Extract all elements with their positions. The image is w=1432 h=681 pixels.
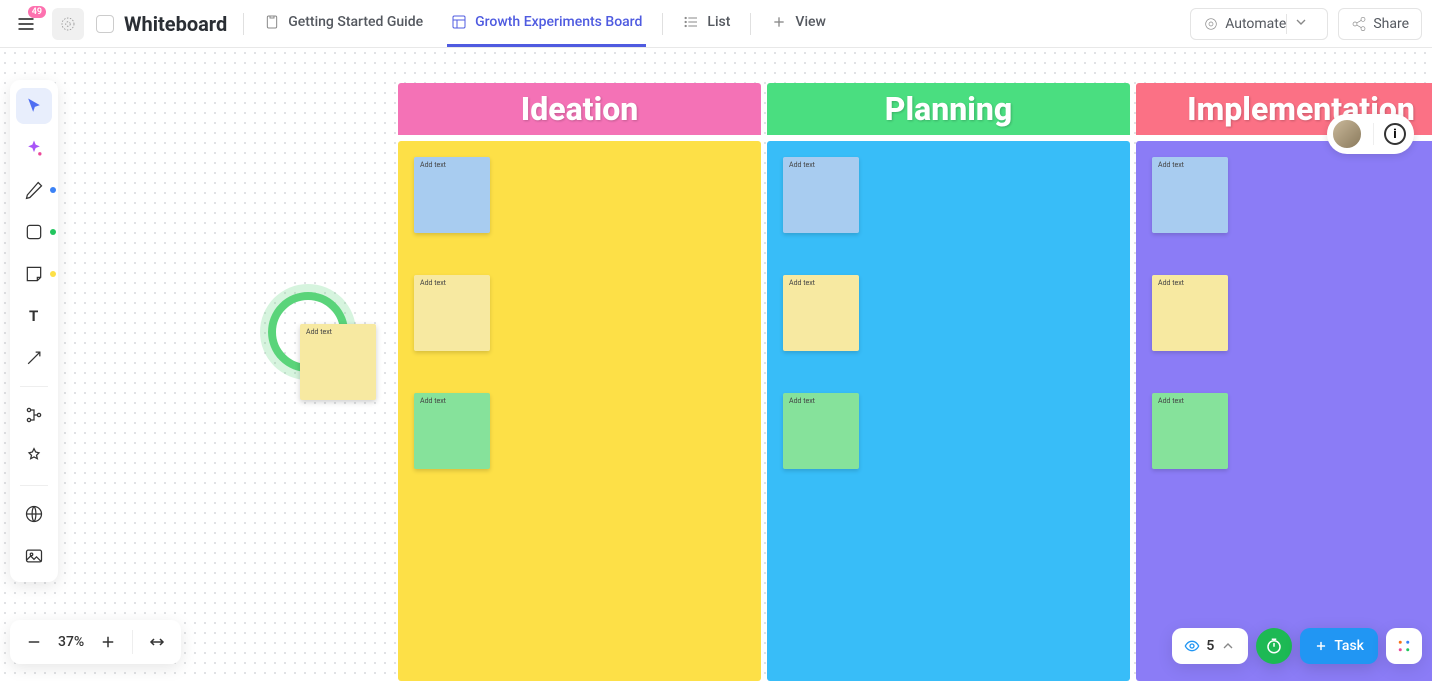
separator	[1373, 123, 1374, 145]
web-tool[interactable]	[16, 496, 52, 532]
doc-type-indicator	[96, 15, 114, 33]
color-indicator	[50, 271, 56, 277]
notification-badge: 49	[28, 6, 46, 18]
text-tool[interactable]: T	[16, 298, 52, 334]
column-header[interactable]: Ideation	[398, 83, 761, 135]
tab-label: Getting Started Guide	[288, 14, 423, 30]
zoom-in-button[interactable]	[92, 626, 124, 658]
automate-label: Automate	[1225, 16, 1286, 32]
connector-tool[interactable]	[16, 340, 52, 376]
sticky-note[interactable]: Add text	[1152, 157, 1228, 233]
fit-to-screen-button[interactable]	[141, 626, 173, 658]
sticky-note[interactable]: Add text	[414, 393, 490, 469]
presence-bar: i	[1327, 114, 1414, 154]
color-indicator	[50, 229, 56, 235]
column-implementation[interactable]: Implementation Add text Add text Add tex…	[1136, 83, 1432, 681]
column-planning[interactable]: Planning Add text Add text Add text	[767, 83, 1130, 681]
select-tool[interactable]	[16, 88, 52, 124]
tab-label: View	[795, 14, 826, 30]
sticky-note[interactable]: Add text	[1152, 275, 1228, 351]
stamp-tool[interactable]	[16, 439, 52, 475]
share-label: Share	[1373, 16, 1409, 32]
column-ideation[interactable]: Ideation Add text Add text Add text	[398, 83, 761, 681]
shape-tool[interactable]	[16, 214, 52, 250]
tab-list[interactable]: List	[679, 1, 734, 47]
mindmap-tool[interactable]	[16, 397, 52, 433]
ai-tool[interactable]	[16, 130, 52, 166]
separator	[243, 13, 244, 35]
separator	[20, 485, 48, 486]
color-indicator	[50, 187, 56, 193]
automate-dropdown[interactable]	[1286, 14, 1315, 34]
separator	[662, 13, 663, 35]
tab-growth-board[interactable]: Growth Experiments Board	[447, 1, 646, 47]
sticky-note[interactable]: Add text	[1152, 393, 1228, 469]
separator	[750, 13, 751, 35]
viewers-button[interactable]: 5	[1172, 628, 1248, 664]
sticky-note[interactable]: Add text	[783, 275, 859, 351]
tab-label: Growth Experiments Board	[475, 14, 642, 30]
column-body[interactable]: Add text Add text Add text	[767, 141, 1130, 681]
sticky-note-floating[interactable]: Add text	[300, 324, 376, 400]
pen-tool[interactable]	[16, 172, 52, 208]
separator	[20, 386, 48, 387]
column-body[interactable]: Add text Add text Add text	[398, 141, 761, 681]
column-header[interactable]: Planning	[767, 83, 1130, 135]
zoom-value[interactable]: 37%	[58, 634, 84, 650]
zoom-out-button[interactable]	[18, 626, 50, 658]
automate-button[interactable]: Automate	[1190, 8, 1328, 40]
chevron-up-icon	[1220, 638, 1236, 654]
task-label: Task	[1334, 638, 1364, 654]
sticky-note[interactable]: Add text	[783, 157, 859, 233]
apps-button[interactable]	[1386, 628, 1422, 664]
column-body[interactable]: Add text Add text Add text	[1136, 141, 1432, 681]
menu-button[interactable]: 49	[10, 8, 42, 40]
user-avatar[interactable]	[1331, 118, 1363, 150]
page-title: Whiteboard	[124, 12, 227, 36]
separator	[132, 630, 133, 654]
whiteboard-canvas[interactable]: Ideation Add text Add text Add text Plan…	[0, 48, 1432, 678]
add-view-button[interactable]: View	[767, 1, 830, 47]
image-tool[interactable]	[16, 538, 52, 574]
share-button[interactable]: Share	[1338, 8, 1422, 40]
sticky-note-tool[interactable]	[16, 256, 52, 292]
info-button[interactable]: i	[1384, 123, 1406, 145]
app-header: 49 Whiteboard Getting Started Guide Grow…	[0, 0, 1432, 48]
zoom-control: 37%	[10, 620, 181, 664]
sticky-note[interactable]: Add text	[783, 393, 859, 469]
viewers-count: 5	[1206, 638, 1214, 654]
create-task-button[interactable]: Task	[1300, 628, 1378, 664]
sticky-note[interactable]: Add text	[414, 275, 490, 351]
bottom-right-controls: 5 Task	[1172, 628, 1422, 664]
tab-getting-started[interactable]: Getting Started Guide	[260, 1, 427, 47]
sticky-note[interactable]: Add text	[414, 157, 490, 233]
svg-text:T: T	[29, 307, 38, 325]
tools-toolbar: T	[10, 80, 58, 582]
timer-button[interactable]	[1256, 628, 1292, 664]
location-button[interactable]	[52, 8, 84, 40]
tab-label: List	[707, 14, 730, 30]
kanban-board: Ideation Add text Add text Add text Plan…	[398, 83, 1432, 681]
